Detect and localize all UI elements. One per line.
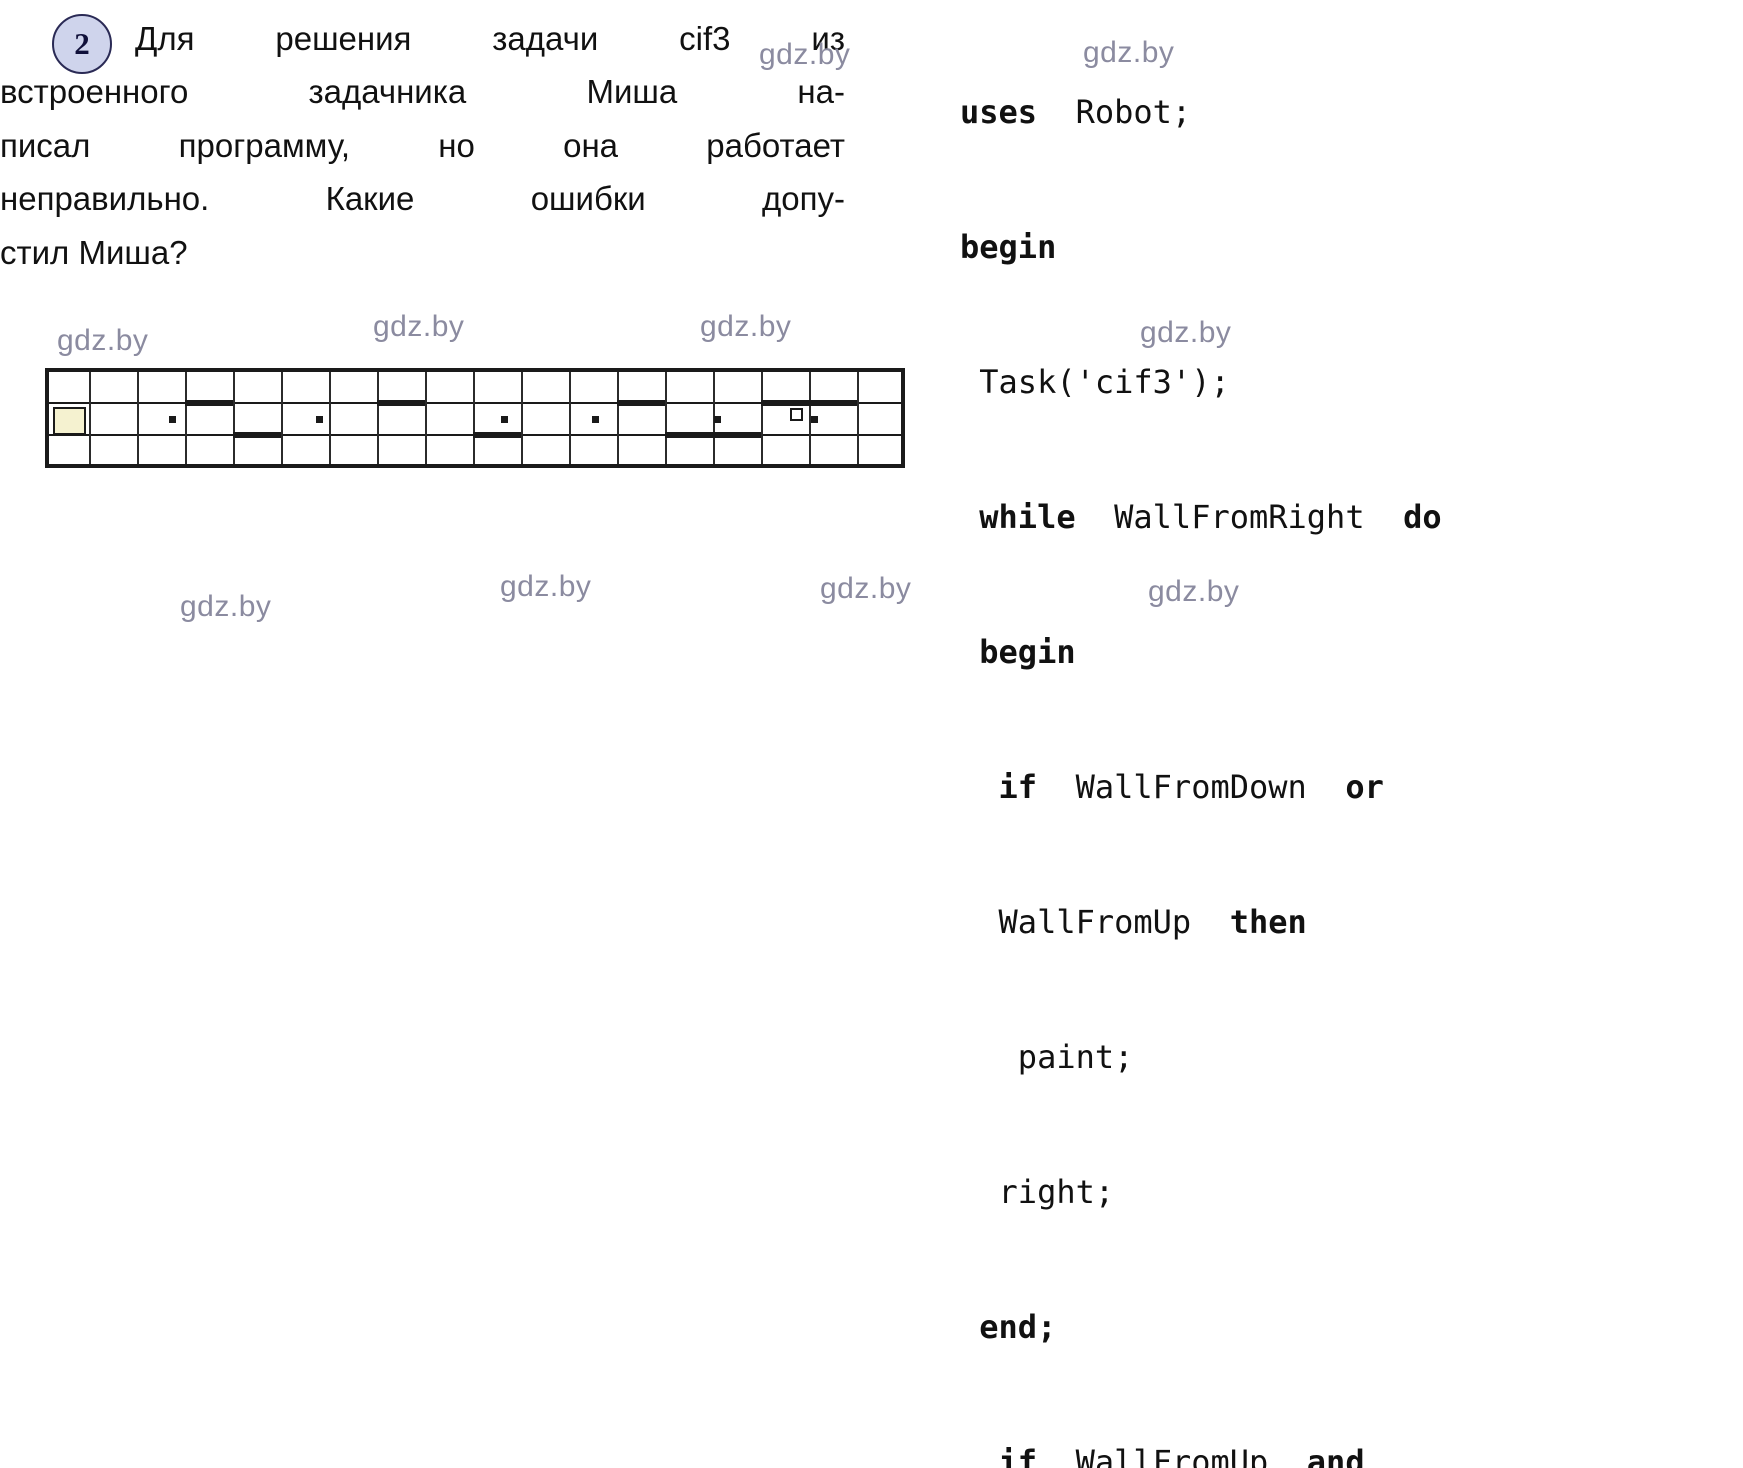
code-token: begin — [960, 228, 1057, 266]
field-column-line — [281, 372, 283, 464]
code-line: if WallFromUp and — [960, 1440, 1743, 1468]
code-token: Task('cif3'); — [960, 363, 1230, 401]
code-line: uses Robot; — [960, 90, 1743, 135]
code-token: right; — [960, 1173, 1115, 1211]
code-line: WallFromUp then — [960, 900, 1743, 945]
code-token: if — [998, 1443, 1038, 1468]
field-column-line — [185, 372, 187, 464]
field-dot — [316, 416, 323, 423]
field-wall-segment — [761, 400, 857, 406]
task-line-1: Для решения задачи cif3 из — [135, 20, 845, 57]
program-listing: uses Robot; begin Task('cif3'); while Wa… — [960, 0, 1743, 1468]
code-token: WallFromDown — [1037, 768, 1346, 806]
field-wall-segment — [617, 400, 665, 406]
code-token: then — [1229, 903, 1307, 941]
code-line: paint; — [960, 1035, 1743, 1080]
field-wall-segment — [185, 400, 233, 406]
field-dot — [169, 416, 176, 423]
code-token: end; — [979, 1308, 1057, 1346]
code-token: while — [979, 498, 1076, 536]
field-column-line — [329, 372, 331, 464]
code-token: Robot; — [1037, 93, 1192, 131]
field-column-line — [857, 372, 859, 464]
code-token: WallFromRight — [1075, 498, 1404, 536]
field-column-line — [761, 372, 763, 464]
code-line: end; — [960, 1305, 1743, 1350]
task-line-3: писал программу, но она работает — [0, 126, 845, 164]
code-token: or — [1345, 768, 1384, 806]
field-column-line — [473, 372, 475, 464]
field-dot — [592, 416, 599, 423]
code-line: Task('cif3'); — [960, 360, 1743, 405]
task-panel: 2 Для решения задачи cif3 из встроенного… — [0, 0, 930, 734]
task-line-4: неправильно. Какие ошибки допу- — [0, 180, 845, 218]
task-line-5: стил Миша? — [0, 233, 188, 271]
robot-field-diagram — [45, 368, 905, 468]
field-marker-square — [790, 408, 803, 421]
field-column-line — [377, 372, 379, 464]
field-dot — [811, 416, 818, 423]
code-line: if WallFromDown or — [960, 765, 1743, 810]
code-token: paint; — [960, 1038, 1134, 1076]
code-token: if — [998, 768, 1038, 806]
code-line: begin — [960, 630, 1743, 675]
code-token: and — [1306, 1443, 1365, 1468]
field-dot — [714, 416, 721, 423]
field-column-line — [617, 372, 619, 464]
code-token: uses — [960, 93, 1038, 131]
field-wall-segment — [233, 432, 281, 438]
code-token: WallFromUp — [960, 903, 1230, 941]
task-line-2: встроенного задачника Миша на- — [0, 73, 845, 111]
robot-start-cell — [53, 407, 86, 435]
field-column-line — [137, 372, 139, 464]
code-line: while WallFromRight do — [960, 495, 1743, 540]
field-column-line — [89, 372, 91, 464]
field-wall-segment — [377, 400, 425, 406]
code-line: right; — [960, 1170, 1743, 1215]
code-token: WallFromUp — [1037, 1443, 1307, 1468]
code-token: do — [1403, 498, 1442, 536]
field-column-line — [233, 372, 235, 464]
field-dot — [501, 416, 508, 423]
field-wall-segment — [473, 432, 521, 438]
field-wall-segment — [665, 432, 761, 438]
task-statement: Для решения задачи cif3 из встроенного з… — [0, 12, 845, 279]
code-line: begin — [960, 225, 1743, 270]
code-token: begin — [979, 633, 1076, 671]
field-column-line — [425, 372, 427, 464]
field-column-line — [665, 372, 667, 464]
field-column-line — [521, 372, 523, 464]
field-column-line — [569, 372, 571, 464]
